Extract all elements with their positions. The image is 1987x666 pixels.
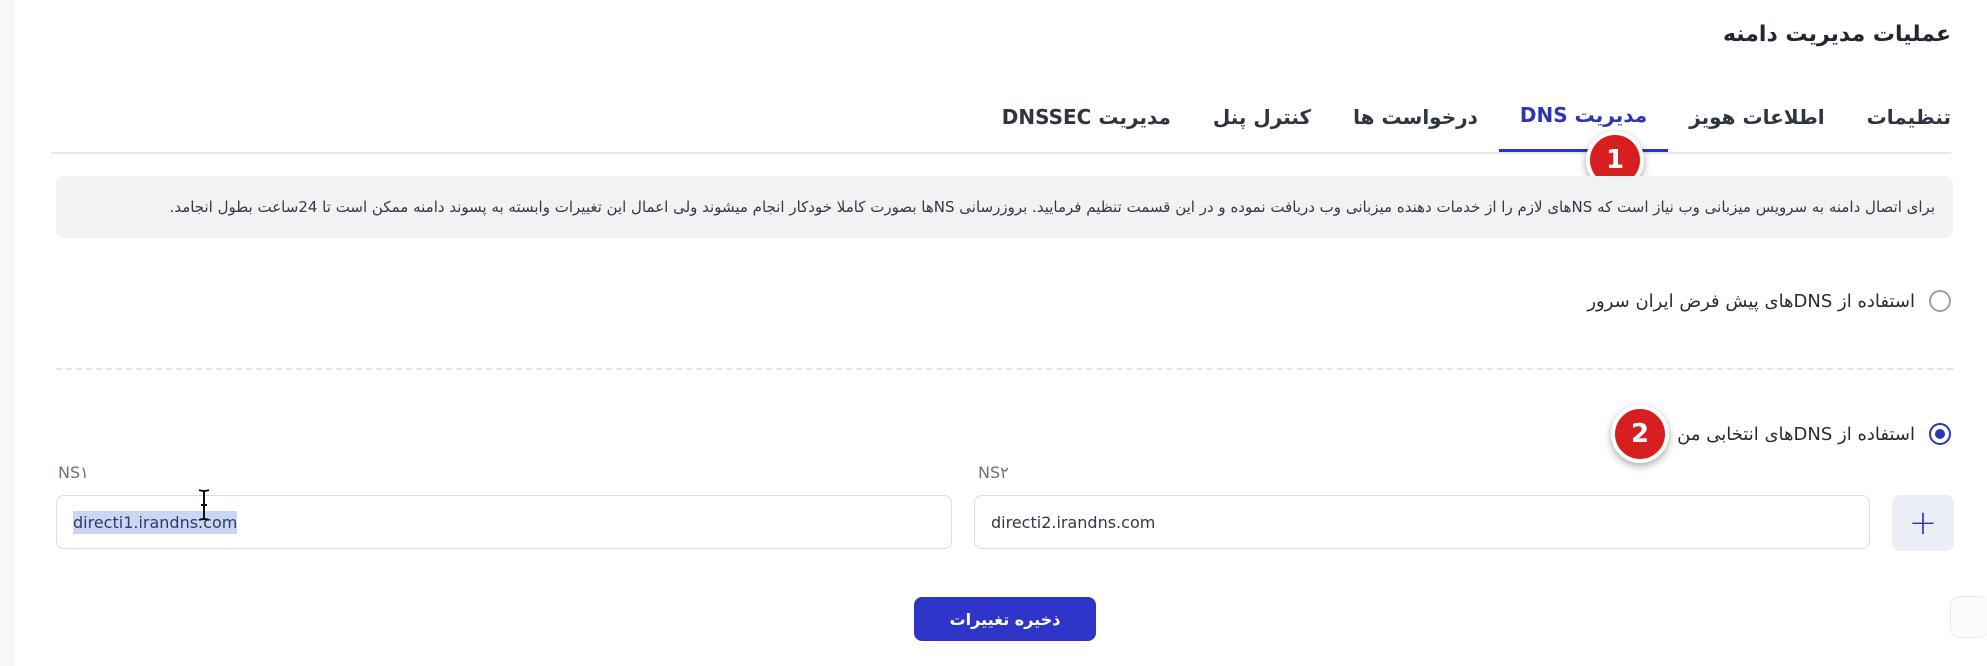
tab-dnssec-management[interactable]: مدیریت DNSSEC <box>981 84 1192 150</box>
text-cursor-icon <box>198 489 210 521</box>
radio-custom-dns[interactable] <box>1929 423 1951 445</box>
info-notice: برای اتصال دامنه به سرویس میزبانی وب نیا… <box>56 176 1953 238</box>
save-changes-button[interactable]: ذخیره تغییرات <box>914 597 1096 641</box>
ns2-input[interactable]: directi2.irandns.com <box>974 495 1870 549</box>
left-sidebar-strip <box>0 0 15 666</box>
add-ns-button[interactable]: + <box>1892 495 1954 551</box>
option-custom-dns[interactable]: استفاده از DNSهای انتخابی من <box>1677 423 1951 445</box>
tab-control-panel[interactable]: کنترل پنل <box>1192 84 1332 150</box>
option-default-dns-label: استفاده از DNSهای پیش فرض ایران سرور <box>1587 290 1915 312</box>
ns2-label: NS۲ <box>978 463 1009 482</box>
ns1-input[interactable]: directi1.irandns.com <box>56 495 952 549</box>
step-marker-2: 2 <box>1611 405 1669 463</box>
ns1-value: directi1.irandns.com <box>73 510 238 534</box>
tab-settings[interactable]: تنظیمات <box>1846 84 1951 150</box>
plus-icon: + <box>1908 503 1938 543</box>
radio-default-dns[interactable] <box>1929 290 1951 312</box>
section-divider <box>56 368 1953 370</box>
ns1-label: NS۱ <box>58 463 89 482</box>
scroll-corner-icon <box>1950 596 1987 638</box>
info-notice-text: برای اتصال دامنه به سرویس میزبانی وب نیا… <box>169 198 1935 216</box>
tab-requests[interactable]: درخواست ها <box>1332 84 1499 150</box>
ns2-value: directi2.irandns.com <box>991 512 1156 532</box>
tab-dns-management[interactable]: مدیریت DNS <box>1498 82 1669 152</box>
option-custom-dns-label: استفاده از DNSهای انتخابی من <box>1677 423 1915 445</box>
tab-bar: تنظیمات اطلاعات هویز مدیریت DNS درخواست … <box>51 82 1951 154</box>
option-default-dns[interactable]: استفاده از DNSهای پیش فرض ایران سرور <box>1587 290 1951 312</box>
page-title: عملیات مدیریت دامنه <box>1722 22 1951 47</box>
tab-whois[interactable]: اطلاعات هویز <box>1668 84 1845 150</box>
